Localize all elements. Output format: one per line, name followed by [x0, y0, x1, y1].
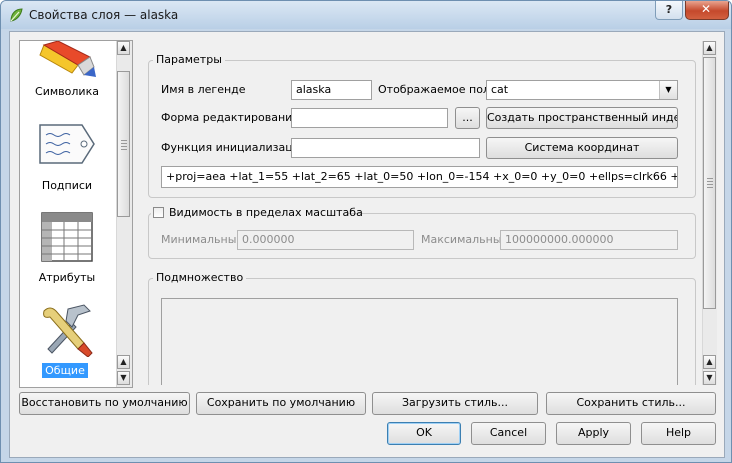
- scroll-up-button[interactable]: ▲: [117, 355, 130, 369]
- legend-name-label: Имя в легенде: [161, 83, 246, 96]
- legend-name-input[interactable]: alaska: [291, 80, 372, 100]
- display-field-select[interactable]: cat ▼: [486, 80, 678, 100]
- sidebar-item-general[interactable]: Общие: [20, 303, 114, 387]
- layer-properties-window: Свойства слоя — alaska ? Символика: [0, 0, 732, 463]
- scroll-thumb[interactable]: [117, 71, 130, 217]
- crs-button[interactable]: Система координат: [486, 137, 678, 159]
- max-scale-input[interactable]: 100000000.000000: [500, 230, 678, 250]
- sidebar-scrollbar[interactable]: ▲ ▲ ▼: [116, 41, 132, 387]
- create-spatial-index-button[interactable]: Создать пространственный индекс: [486, 107, 678, 129]
- chevron-down-icon: ▼: [659, 81, 677, 99]
- restore-default-button[interactable]: Восстановить по умолчанию: [19, 392, 190, 415]
- content-scrollbar[interactable]: ▲ ▲ ▼: [702, 41, 717, 385]
- subset-query-textarea[interactable]: [161, 298, 678, 385]
- min-scale-input[interactable]: 0.000000: [237, 230, 414, 250]
- scroll-up-button[interactable]: ▲: [117, 41, 130, 55]
- scroll-down-button[interactable]: ▼: [117, 371, 130, 385]
- general-page: Параметры Имя в легенде alaska Отображае…: [144, 40, 699, 385]
- display-field-value: cat: [491, 83, 509, 96]
- sidebar-item-label: Символика: [35, 85, 99, 98]
- scroll-up-button[interactable]: ▲: [703, 41, 716, 55]
- display-field-label: Отображаемое поле: [378, 83, 497, 96]
- dialog-body: Символика Подписи Атрибуты Общие ▲ ▲ ▼ П…: [9, 31, 725, 458]
- cancel-button[interactable]: Cancel: [471, 422, 546, 445]
- save-default-button[interactable]: Сохранить по умолчанию: [196, 392, 366, 415]
- init-function-input[interactable]: [291, 138, 480, 158]
- scale-visibility-toggle[interactable]: Видимость в пределах масштаба: [151, 206, 363, 220]
- params-group-title: Параметры: [153, 53, 225, 66]
- subset-group-title: Подмножество: [153, 271, 247, 284]
- crs-proj-string-input[interactable]: +proj=aea +lat_1=55 +lat_2=65 +lat_0=50 …: [161, 166, 678, 188]
- close-button[interactable]: [685, 1, 729, 20]
- sidebar-item-label: Атрибуты: [38, 271, 96, 284]
- scale-visibility-label: Видимость в пределах масштаба: [169, 206, 363, 219]
- browse-button[interactable]: ...: [455, 107, 480, 129]
- min-scale-label: Минимальный: [161, 233, 244, 246]
- help-title-button[interactable]: ?: [655, 1, 683, 20]
- edit-form-input[interactable]: [291, 108, 448, 128]
- max-scale-label: Максимальный: [421, 233, 509, 246]
- title-bar[interactable]: Свойства слоя — alaska ?: [1, 1, 731, 29]
- attribute-table-icon: [41, 212, 93, 262]
- ok-button[interactable]: OK: [387, 422, 461, 445]
- qgis-app-icon: [10, 8, 23, 22]
- sidebar-item-symbology[interactable]: Символика: [20, 41, 114, 101]
- help-button[interactable]: Help: [641, 422, 716, 445]
- init-function-label: Функция инициализации: [161, 141, 307, 154]
- scroll-down-button[interactable]: ▼: [703, 371, 716, 385]
- sidebar-item-label: Общие: [42, 363, 88, 378]
- apply-button[interactable]: Apply: [556, 422, 631, 445]
- symbology-brush-icon: [39, 41, 96, 77]
- load-style-button[interactable]: Загрузить стиль...: [372, 392, 538, 415]
- scale-visibility-group: Видимость в пределах масштаба Минимальны…: [148, 206, 696, 259]
- window-title: Свойства слоя — alaska: [29, 8, 179, 22]
- subset-group: Подмножество: [148, 271, 696, 385]
- scroll-up-button[interactable]: ▲: [703, 355, 716, 369]
- tools-icon: [43, 304, 93, 357]
- sidebar-item-attributes[interactable]: Атрибуты: [20, 211, 114, 291]
- scroll-thumb[interactable]: [703, 57, 716, 309]
- edit-form-label: Форма редактирования: [161, 111, 299, 124]
- sidebar-list: Символика Подписи Атрибуты Общие ▲ ▲ ▼: [19, 40, 133, 388]
- params-group: Параметры Имя в легенде alaska Отображае…: [148, 53, 696, 198]
- scale-visibility-checkbox[interactable]: [153, 207, 164, 218]
- label-tag-icon: [39, 124, 95, 164]
- sidebar-item-label: Подписи: [41, 179, 93, 192]
- sidebar-item-labels[interactable]: Подписи: [20, 119, 114, 199]
- save-style-button[interactable]: Сохранить стиль...: [546, 392, 716, 415]
